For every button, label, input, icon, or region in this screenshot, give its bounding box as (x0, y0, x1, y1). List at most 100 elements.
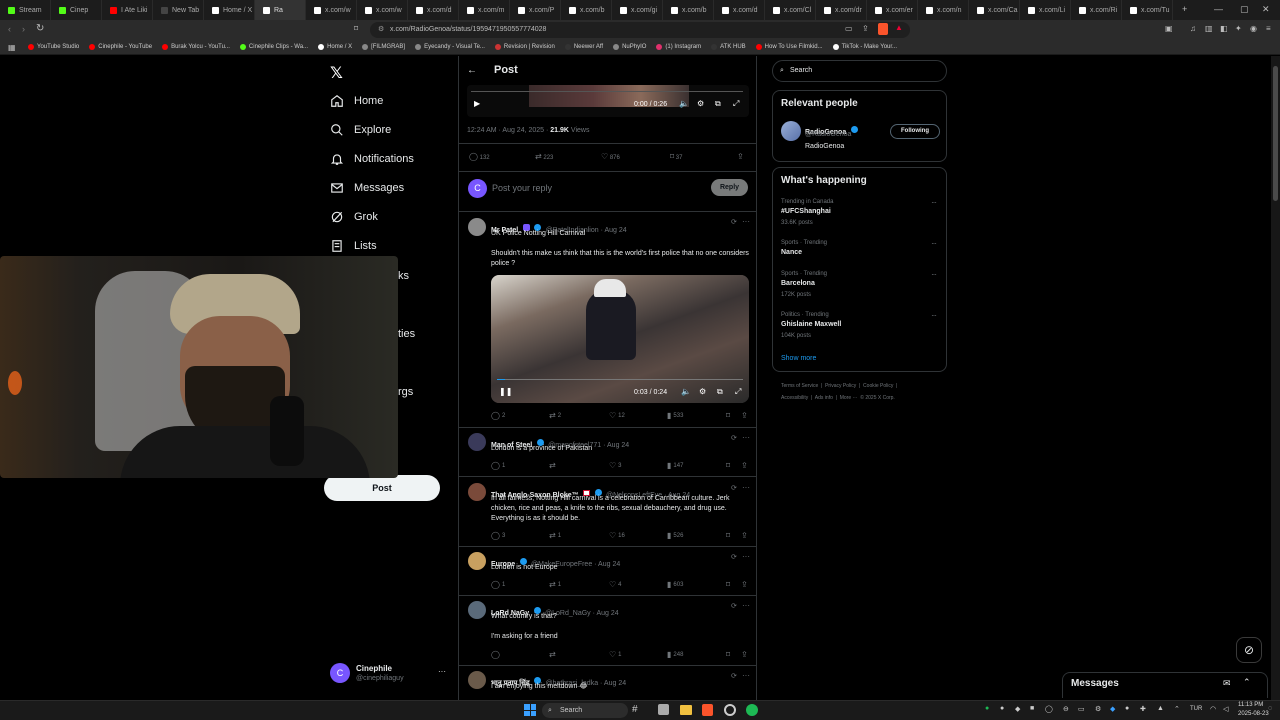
bookmark-item[interactable]: (1) Instagram (656, 44, 701, 50)
browser-tab[interactable]: x.com/er (867, 0, 918, 20)
reply-action[interactable]: ◯ 132 (469, 152, 490, 161)
share-icon[interactable]: ⇪ (862, 24, 869, 33)
maximize-button[interactable]: ▢ (1240, 4, 1249, 15)
trend-name[interactable]: #UFCShanghai (781, 208, 831, 215)
split-view-icon[interactable]: ▥ (1205, 24, 1213, 33)
main-video-player[interactable]: ▶ 0:00 / 0:26 🔈 ⚙ ⧉ ⤢ (467, 85, 749, 117)
app-icon[interactable] (724, 704, 736, 716)
site-info-icon[interactable]: ⚙ (378, 25, 384, 33)
notification-icon[interactable]: ◌ (1268, 705, 1272, 712)
account-menu-icon[interactable]: ··· (438, 667, 446, 676)
tray-icon[interactable]: ⌃ (1174, 705, 1180, 713)
like-action[interactable]: ♡ 12 (609, 411, 625, 420)
more-icon[interactable]: ··· (742, 483, 750, 492)
trend-name[interactable]: Barcelona (781, 280, 815, 287)
nav-notifications[interactable]: Notifications (330, 152, 414, 166)
grok-icon[interactable]: ⟳ (731, 672, 737, 680)
show-more-link[interactable]: Show more (781, 355, 816, 362)
bookmark-item[interactable]: [FILMGRAB] (362, 44, 405, 50)
repost-action[interactable]: ⇄ 2 (549, 411, 561, 420)
leo-icon[interactable]: ✦ (1235, 24, 1242, 33)
bookmark-action[interactable]: ⌑ 37 (670, 152, 682, 161)
bookmark-item[interactable]: Neewer Aff (564, 44, 603, 50)
like-action[interactable]: ♡ 4 (609, 580, 622, 589)
media-icon[interactable]: ♫ (1190, 24, 1196, 33)
browser-tab[interactable]: x.com/gi (612, 0, 663, 20)
tweet-avatar[interactable] (468, 671, 486, 689)
browser-tab[interactable]: Ra (255, 0, 306, 20)
reply-action[interactable]: ◯ 3 (491, 531, 505, 540)
bookmark-icon[interactable]: ⌑ (726, 461, 730, 470)
hashtag-app-icon[interactable]: # (632, 704, 638, 715)
browser-tab[interactable]: x.com/b (561, 0, 612, 20)
browser-tab[interactable]: x.com/Ca (969, 0, 1020, 20)
repost-action[interactable]: ⇄ 1 (549, 580, 561, 589)
share-icon[interactable]: ⇪ (741, 650, 748, 659)
reply-button[interactable]: Reply (711, 179, 748, 196)
nav-grok[interactable]: Grok (330, 210, 378, 224)
footer-links[interactable]: Accessibility | Ads info | More ··· © 20… (781, 395, 895, 401)
browser-tab[interactable]: x.com/w (306, 0, 357, 20)
browser-tab[interactable]: x.com/dr (816, 0, 867, 20)
grok-icon[interactable]: ⟳ (731, 484, 737, 492)
fullscreen-icon[interactable]: ⤢ (733, 99, 739, 109)
more-icon[interactable]: ··· (931, 198, 937, 207)
windows-start-icon[interactable] (524, 704, 536, 716)
bookmark-item[interactable]: How To Use Filmkid... (755, 44, 823, 50)
messages-dock[interactable]: Messages ✉ ⌃ (1062, 672, 1268, 698)
browser-tab[interactable]: x.com/m (459, 0, 510, 20)
more-icon[interactable]: ··· (931, 311, 937, 320)
grok-icon[interactable]: ⟳ (731, 218, 737, 226)
reply-action[interactable]: ◯ 2 (491, 411, 505, 420)
task-view-icon[interactable] (658, 704, 669, 715)
like-action[interactable]: ♡ 3 (609, 461, 622, 470)
browser-tab[interactable]: x.com/Ri (1071, 0, 1122, 20)
reply-action[interactable]: ◯ 1 (491, 580, 505, 589)
browser-tab[interactable]: x.com/Tu (1122, 0, 1173, 20)
bookmark-item[interactable]: Home / X (318, 44, 352, 50)
nav-communities-partial-label[interactable]: ties (398, 328, 415, 340)
trend-name[interactable]: Ghislaine Maxwell (781, 321, 841, 328)
repost-action[interactable]: ⇄ (549, 461, 558, 470)
screen-icon[interactable]: ▭ (845, 24, 853, 33)
wallet-icon[interactable]: ◧ (1220, 24, 1228, 33)
more-icon[interactable]: ··· (742, 217, 750, 226)
expand-icon[interactable]: ⌃ (1243, 677, 1251, 688)
back-icon[interactable]: ‹ (8, 24, 11, 34)
tray-icon[interactable]: ◯ (1045, 705, 1053, 713)
repost-action[interactable]: ⇄ (549, 650, 558, 659)
nav-messages[interactable]: Messages (330, 181, 404, 195)
page-scrollbar[interactable] (1271, 56, 1280, 700)
browser-tab[interactable]: x.com/Li (1020, 0, 1071, 20)
video-progress-bar[interactable] (471, 91, 743, 92)
url-input[interactable]: x.com/RadioGenoa/status/1959471950557774… (370, 22, 910, 38)
fullscreen-icon[interactable]: ⤢ (735, 387, 741, 397)
grok-icon[interactable]: ⟳ (731, 553, 737, 561)
bookmark-item[interactable]: Eyecandy - Visual Te... (415, 44, 485, 50)
share-icon[interactable]: ⇪ (737, 152, 744, 161)
brave-browser-icon[interactable] (702, 704, 713, 716)
settings-icon[interactable]: ⚙ (697, 99, 704, 108)
forward-icon[interactable]: › (22, 24, 25, 34)
like-action[interactable]: ♡ 16 (609, 531, 625, 540)
tray-icon[interactable]: ◆ (1110, 705, 1115, 713)
tray-icon[interactable]: ● (985, 705, 989, 712)
reply-input[interactable]: Post your reply (492, 183, 552, 193)
nav-bookmarks-partial-label[interactable]: ks (398, 270, 409, 282)
back-arrow-icon[interactable]: ← (467, 65, 477, 76)
tray-icon[interactable]: ✚ (1140, 705, 1146, 713)
sidebar-icon[interactable]: ▣ (1165, 24, 1173, 33)
apps-grid-icon[interactable]: ▦ (8, 43, 16, 52)
search-input[interactable]: ⌕ Search (772, 60, 947, 82)
grok-icon[interactable]: ⟳ (731, 434, 737, 442)
pip-icon[interactable]: ⧉ (717, 387, 723, 397)
bookmark-icon[interactable]: ⌑ (726, 650, 730, 659)
nav-lists[interactable]: Lists (330, 239, 377, 253)
language-indicator[interactable]: TUR (1190, 706, 1202, 712)
post-button[interactable]: Post (324, 475, 440, 501)
settings-icon[interactable]: ⚙ (699, 387, 706, 396)
tweet-avatar[interactable] (468, 433, 486, 451)
reload-icon[interactable]: ↻ (36, 23, 44, 34)
tray-icon[interactable]: ● (1125, 705, 1129, 712)
volume-icon[interactable]: 🔈 (681, 387, 691, 396)
